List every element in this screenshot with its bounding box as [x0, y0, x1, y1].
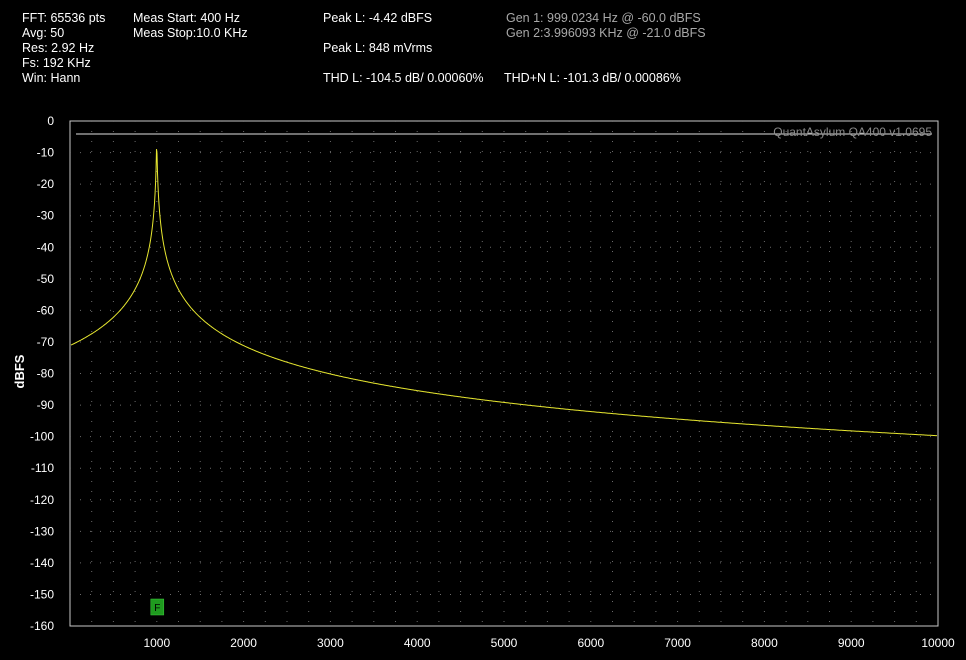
y-tick-label: -70 [37, 335, 55, 349]
y-tick-label: -120 [30, 493, 54, 507]
y-tick-label: -110 [31, 461, 54, 475]
x-tick-label: 2000 [230, 636, 257, 650]
y-tick-label: -100 [30, 430, 54, 444]
x-tick-label: 7000 [664, 636, 691, 650]
y-axis-label: dBFS [12, 354, 27, 388]
y-tick-label: -130 [30, 524, 54, 538]
y-tick-label: -50 [37, 272, 55, 286]
spectrum-chart: 0 -10 -20 -30 -40 -50 -60 -70 -80 -90 -100 -110 -120… [12, 114, 955, 650]
x-tick-label: 3000 [317, 636, 344, 650]
y-tick-label: -80 [37, 367, 55, 381]
y-tick-label: -160 [30, 619, 54, 633]
y-tick-label: -40 [37, 240, 55, 254]
spectrum-trace [70, 149, 938, 437]
y-tick-label: 0 [47, 114, 54, 128]
x-tick-label: 6000 [577, 636, 604, 650]
x-tick-label: 5000 [491, 636, 518, 650]
y-tick-label: -140 [30, 556, 54, 570]
y-tick-label: -60 [37, 303, 55, 317]
x-tick-label: 1000 [143, 636, 170, 650]
y-tick-label: -10 [37, 146, 55, 160]
y-tick-label: -30 [37, 209, 55, 223]
y-tick-label: -150 [30, 587, 54, 601]
y-tick-label: -20 [37, 177, 55, 191]
watermark: QuantAsylum QA400 v1.0695 [773, 125, 932, 139]
x-tick-label: 8000 [751, 636, 778, 650]
x-tick-label: 10000 [921, 636, 955, 650]
x-tick-label: 4000 [404, 636, 431, 650]
fundamental-marker-label: F [154, 603, 160, 614]
y-tick-label: -90 [37, 398, 55, 412]
x-tick-label: 9000 [838, 636, 865, 650]
